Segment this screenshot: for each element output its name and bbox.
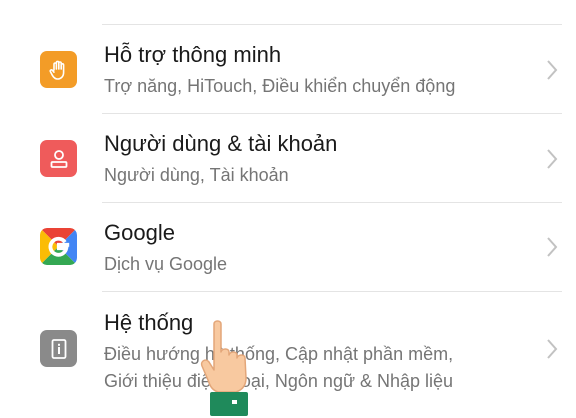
google-icon [40,228,77,265]
settings-item-google[interactable]: Google Dịch vụ Google [0,203,576,291]
item-title: Hệ thống [104,310,194,335]
item-title: Người dùng & tài khoản [104,131,338,156]
pointing-hand-icon [200,320,248,416]
item-subtitle-line-1: Điều hướng hệ thống, Cập nhật phần mềm, [104,344,454,364]
settings-item-system[interactable]: Hệ thống Điều hướng hệ thống, Cập nhật p… [0,292,576,418]
item-title: Hỗ trợ thông minh [104,42,282,67]
hand-icon [40,51,77,88]
chevron-right-icon [547,339,558,359]
item-subtitle-line-2: Giới thiệu điện thoại, Ngôn ngữ & Nhập l… [104,371,454,391]
user-icon [40,140,77,177]
item-subtitle: Trợ năng, HiTouch, Điều khiển chuyển độn… [104,76,456,96]
item-title: Google [104,220,175,245]
system-info-icon [40,330,77,367]
settings-item-smart-assistance[interactable]: Hỗ trợ thông minh Trợ năng, HiTouch, Điề… [0,25,576,113]
chevron-right-icon [547,149,558,169]
settings-item-users-accounts[interactable]: Người dùng & tài khoản Người dùng, Tài k… [0,114,576,202]
chevron-right-icon [547,60,558,80]
item-subtitle: Dịch vụ Google [104,254,228,274]
chevron-right-icon [547,237,558,257]
item-subtitle: Người dùng, Tài khoản [104,165,289,185]
